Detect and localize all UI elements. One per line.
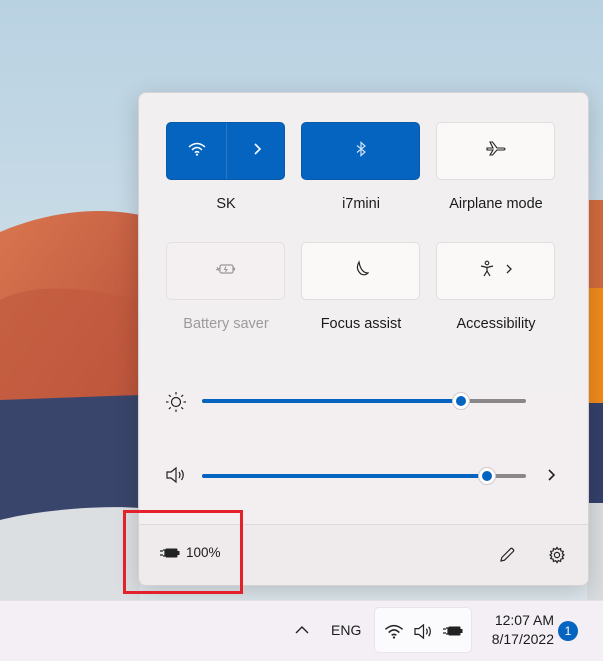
chevron-right-icon — [252, 142, 262, 161]
edit-pencil-icon[interactable] — [496, 544, 518, 566]
bluetooth-tile[interactable] — [301, 122, 420, 180]
notification-badge[interactable]: 1 — [558, 621, 578, 641]
brightness-slider-thumb[interactable] — [452, 392, 470, 410]
battery-saver-icon — [215, 262, 237, 281]
brightness-slider[interactable] — [202, 392, 526, 410]
speaker-icon — [412, 622, 434, 640]
clock-date: 8/17/2022 — [491, 631, 554, 647]
focus-assist-tile[interactable] — [301, 242, 420, 300]
volume-slider-fill — [202, 474, 487, 478]
airplane-icon — [485, 140, 506, 162]
sun-icon — [165, 391, 187, 413]
airplane-mode-label: Airplane mode — [449, 196, 543, 212]
chevron-right-icon — [505, 262, 513, 280]
wifi-icon — [188, 142, 206, 161]
wifi-tile[interactable] — [166, 122, 285, 180]
wifi-toggle[interactable] — [167, 123, 226, 179]
bluetooth-icon — [355, 140, 367, 162]
speaker-icon[interactable] — [165, 465, 187, 485]
battery-saver-tile[interactable] — [166, 242, 285, 300]
wifi-expand-button[interactable] — [227, 123, 286, 179]
accessibility-icon — [479, 260, 495, 283]
highlight-box — [123, 510, 243, 594]
wifi-label: SK — [216, 196, 236, 212]
bluetooth-label: i7mini — [342, 196, 380, 212]
system-tray-group[interactable] — [374, 607, 472, 653]
moon-icon — [353, 259, 369, 283]
accessibility-label: Accessibility — [456, 316, 536, 332]
focus-assist-label: Focus assist — [320, 316, 402, 332]
battery-saver-label: Battery saver — [183, 316, 269, 332]
brightness-slider-fill — [202, 399, 461, 403]
wifi-icon — [383, 623, 405, 639]
clock-time: 12:07 AM — [494, 612, 554, 628]
language-indicator[interactable]: ENG — [331, 622, 361, 638]
volume-slider-thumb[interactable] — [478, 467, 496, 485]
volume-slider[interactable] — [202, 467, 526, 485]
gear-icon[interactable] — [546, 544, 568, 566]
chevron-up-icon[interactable] — [292, 621, 312, 639]
battery-plugged-icon — [441, 623, 465, 639]
clock[interactable]: 12:07 AM 8/17/2022 — [478, 611, 554, 649]
audio-output-chevron-icon[interactable] — [543, 466, 559, 484]
airplane-mode-tile[interactable] — [436, 122, 555, 180]
accessibility-tile[interactable] — [436, 242, 555, 300]
